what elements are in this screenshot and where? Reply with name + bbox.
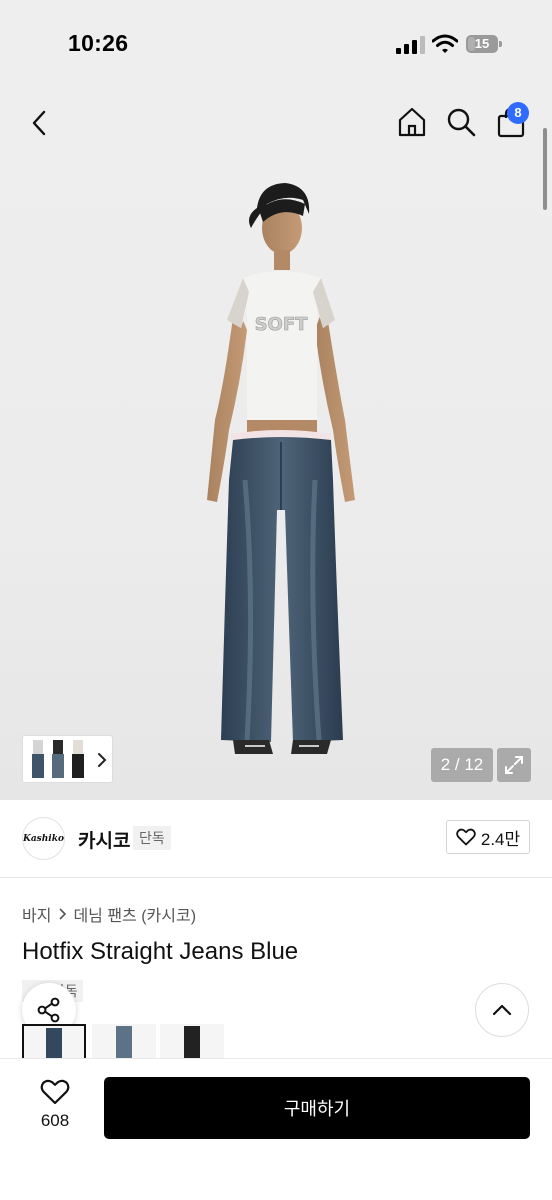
brand-exclusive-tag: 단독 [133,826,171,850]
brand-like-button[interactable]: 2.4만 [446,820,530,854]
signal-icon [396,36,425,54]
thumbnail-image [32,740,44,778]
scroll-indicator [543,128,547,210]
back-button[interactable] [22,106,56,140]
home-button[interactable] [394,104,430,140]
brand-like-count: 2.4만 [480,829,521,849]
search-icon [447,108,476,137]
heart-icon [40,1079,70,1105]
expand-button[interactable] [497,748,531,782]
gallery-thumbnail-strip[interactable] [22,735,113,783]
thumbnail-image [72,740,84,778]
color-option-image [184,1026,200,1060]
brand-logo[interactable]: Kashiko [22,817,65,860]
gallery-page-counter: 2 / 12 [431,748,493,782]
scroll-top-button[interactable] [475,983,529,1037]
brand-row: Kashiko 카시코 단독 2.4만 [0,800,552,878]
breadcrumb-item[interactable]: 바지 [22,902,51,926]
status-bar: 10:26 15 [0,0,552,90]
cart-count-badge: 8 [507,102,529,124]
color-option-image [116,1026,132,1060]
heart-icon [456,828,476,846]
bottom-action-bar: 608 구매하기 [0,1058,552,1200]
buy-button[interactable]: 구매하기 [104,1077,530,1139]
color-option-image [46,1028,62,1060]
wishlist-button[interactable]: 608 [24,1079,86,1139]
back-icon [32,110,46,136]
brand-name[interactable]: 카시코 [78,826,130,853]
search-button[interactable] [443,104,479,140]
chevron-right-icon [59,908,67,920]
expand-icon [505,756,523,774]
color-option[interactable] [160,1024,224,1060]
color-option[interactable] [22,1024,86,1060]
chevron-up-icon [492,1004,512,1016]
battery-icon: 15 [466,35,502,53]
home-icon [398,107,426,137]
wifi-icon [432,34,458,53]
wishlist-count: 608 [40,1111,70,1130]
breadcrumb: 바지 데님 팬츠 (카시코) [22,902,196,926]
battery-level: 15 [474,36,490,51]
color-option[interactable] [92,1024,156,1060]
svg-text:SOFT: SOFT [255,314,309,335]
thumbnail-image [52,740,64,778]
product-gallery[interactable]: 8 SOFT 2 / 12 [0,90,552,800]
product-image: SOFT [207,183,355,754]
status-time: 10:26 [68,30,129,56]
chevron-right-icon [98,753,107,767]
breadcrumb-item[interactable]: 데님 팬츠 (카시코) [73,902,196,926]
share-icon [37,997,60,1023]
product-title: Hotfix Straight Jeans Blue [22,938,299,965]
